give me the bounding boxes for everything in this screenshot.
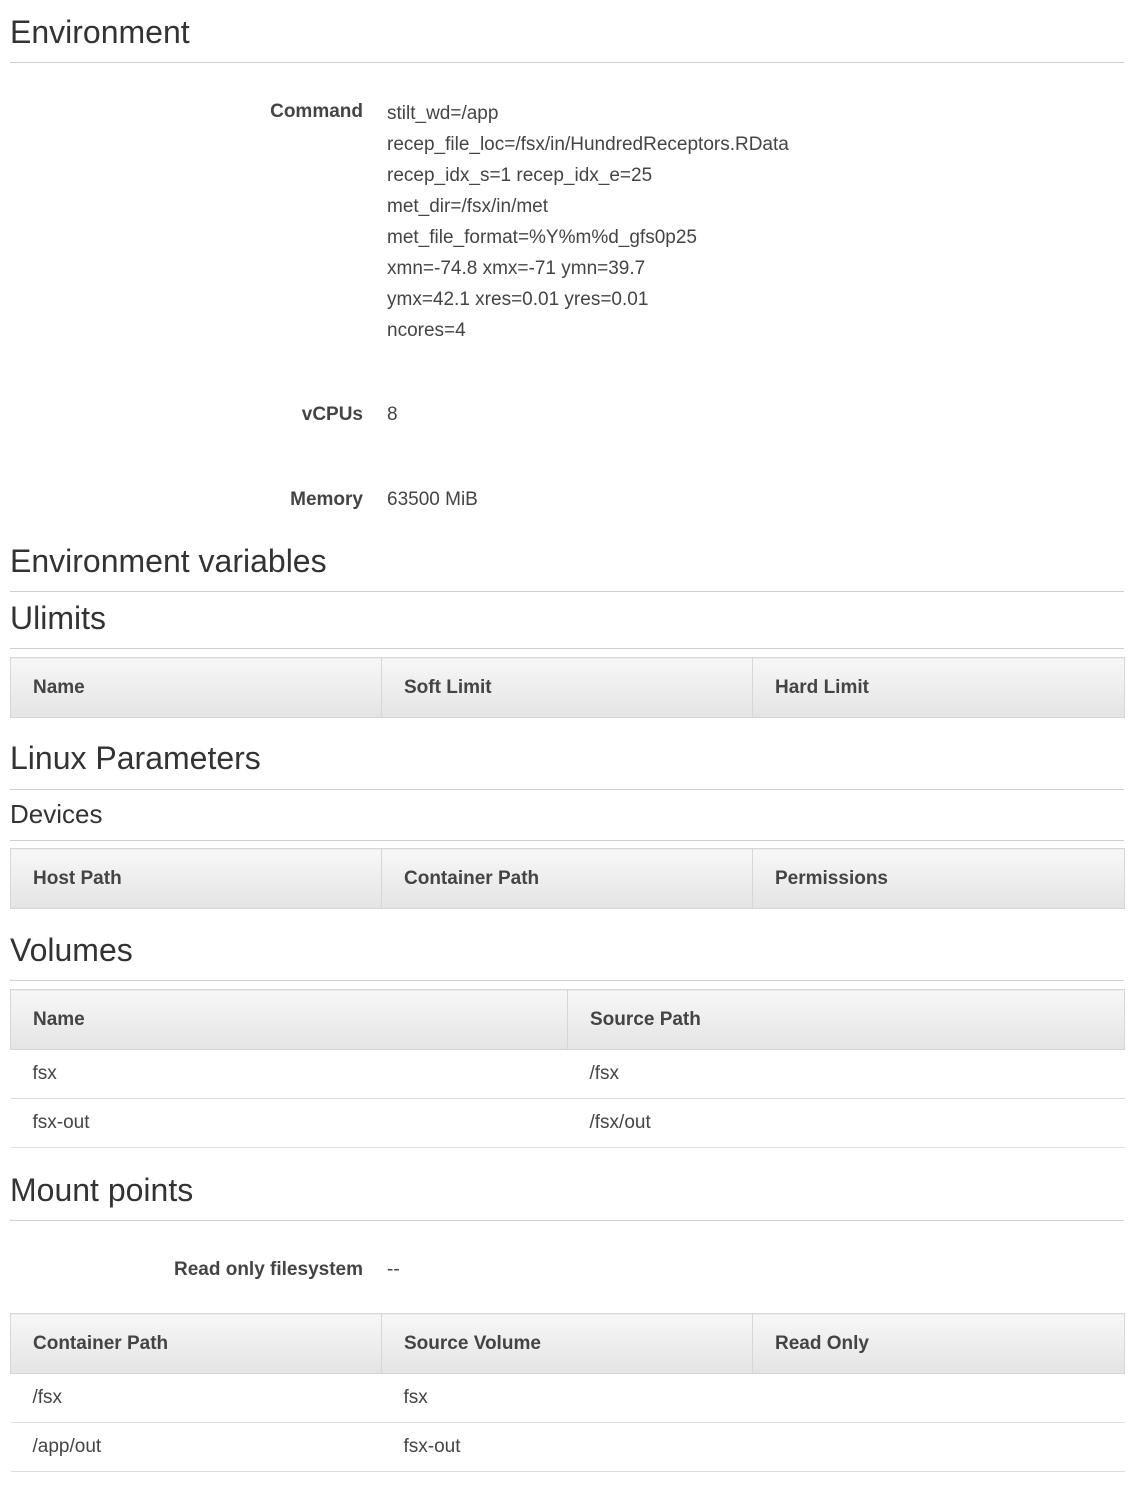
environment-variables-heading: Environment variables xyxy=(10,545,1124,592)
command-value: stilt_wd=/app recep_file_loc=/fsx/in/Hun… xyxy=(387,98,789,346)
column-header-host-path[interactable]: Host Path xyxy=(10,848,382,909)
ulimits-table: Name Soft Limit Hard Limit xyxy=(10,657,1125,718)
mount-read-only-cell xyxy=(752,1422,1125,1472)
table-row: /fsx fsx xyxy=(10,1373,1125,1423)
command-line: ymx=42.1 xres=0.01 yres=0.01 xyxy=(387,289,649,310)
mount-points-table: Container Path Source Volume Read Only /… xyxy=(10,1313,1125,1472)
mount-source-volume-cell: fsx xyxy=(381,1373,753,1423)
volume-source-path-cell: /fsx/out xyxy=(567,1098,1125,1148)
table-row: fsx-out /fsx/out xyxy=(10,1098,1125,1148)
column-header-read-only[interactable]: Read Only xyxy=(752,1313,1125,1374)
table-header-row: Name Source Path xyxy=(10,989,1125,1050)
command-line: met_dir=/fsx/in/met xyxy=(387,196,549,217)
column-header-hard-limit[interactable]: Hard Limit xyxy=(752,657,1125,718)
table-row: /app/out fsx-out xyxy=(10,1422,1125,1472)
environment-heading: Environment xyxy=(10,16,1124,63)
command-label: Command xyxy=(270,101,363,122)
column-header-name[interactable]: Name xyxy=(10,657,382,718)
command-line: ncores=4 xyxy=(387,320,466,341)
command-line: stilt_wd=/app xyxy=(387,103,499,124)
volumes-heading: Volumes xyxy=(10,934,1124,981)
read-only-filesystem-label: Read only filesystem xyxy=(173,1259,363,1280)
column-header-container-path[interactable]: Container Path xyxy=(381,848,753,909)
vcpus-value: 8 xyxy=(387,404,398,425)
column-header-name[interactable]: Name xyxy=(10,989,568,1050)
table-header-row: Name Soft Limit Hard Limit xyxy=(10,657,1125,718)
volume-name-cell: fsx xyxy=(10,1049,568,1099)
ulimits-heading: Ulimits xyxy=(10,602,1124,649)
mount-container-path-cell: /app/out xyxy=(10,1422,382,1472)
command-line: recep_file_loc=/fsx/in/HundredReceptors.… xyxy=(387,134,789,155)
command-line: met_file_format=%Y%m%d_gfs0p25 xyxy=(387,227,697,248)
mount-source-volume-cell: fsx-out xyxy=(381,1422,753,1472)
table-header-row: Host Path Container Path Permissions xyxy=(10,848,1125,909)
command-line: xmn=-74.8 xmx=-71 ymn=39.7 xyxy=(387,258,646,279)
volumes-table: Name Source Path fsx /fsx fsx-out /fsx/o… xyxy=(10,989,1125,1148)
column-header-soft-limit[interactable]: Soft Limit xyxy=(381,657,753,718)
volume-name-cell: fsx-out xyxy=(10,1098,568,1148)
memory-label: Memory xyxy=(290,489,363,510)
mount-container-path-cell: /fsx xyxy=(10,1373,382,1423)
devices-heading: Devices xyxy=(10,801,1124,841)
memory-value: 63500 MiB xyxy=(387,489,478,510)
column-header-container-path[interactable]: Container Path xyxy=(10,1313,382,1374)
column-header-source-volume[interactable]: Source Volume xyxy=(381,1313,753,1374)
column-header-permissions[interactable]: Permissions xyxy=(752,848,1125,909)
vcpus-label: vCPUs xyxy=(301,404,363,425)
page: Environment Command stilt_wd=/app recep_… xyxy=(0,0,1137,1490)
table-row: fsx /fsx xyxy=(10,1049,1125,1099)
devices-table: Host Path Container Path Permissions xyxy=(10,848,1125,909)
command-line: recep_idx_s=1 recep_idx_e=25 xyxy=(387,165,653,186)
column-header-source-path[interactable]: Source Path xyxy=(567,989,1125,1050)
mount-read-only-cell xyxy=(752,1373,1125,1423)
mount-points-heading: Mount points xyxy=(10,1174,1124,1221)
linux-parameters-heading: Linux Parameters xyxy=(10,742,1124,790)
read-only-filesystem-value: -- xyxy=(387,1259,400,1280)
volume-source-path-cell: /fsx xyxy=(567,1049,1125,1099)
table-header-row: Container Path Source Volume Read Only xyxy=(10,1313,1125,1374)
